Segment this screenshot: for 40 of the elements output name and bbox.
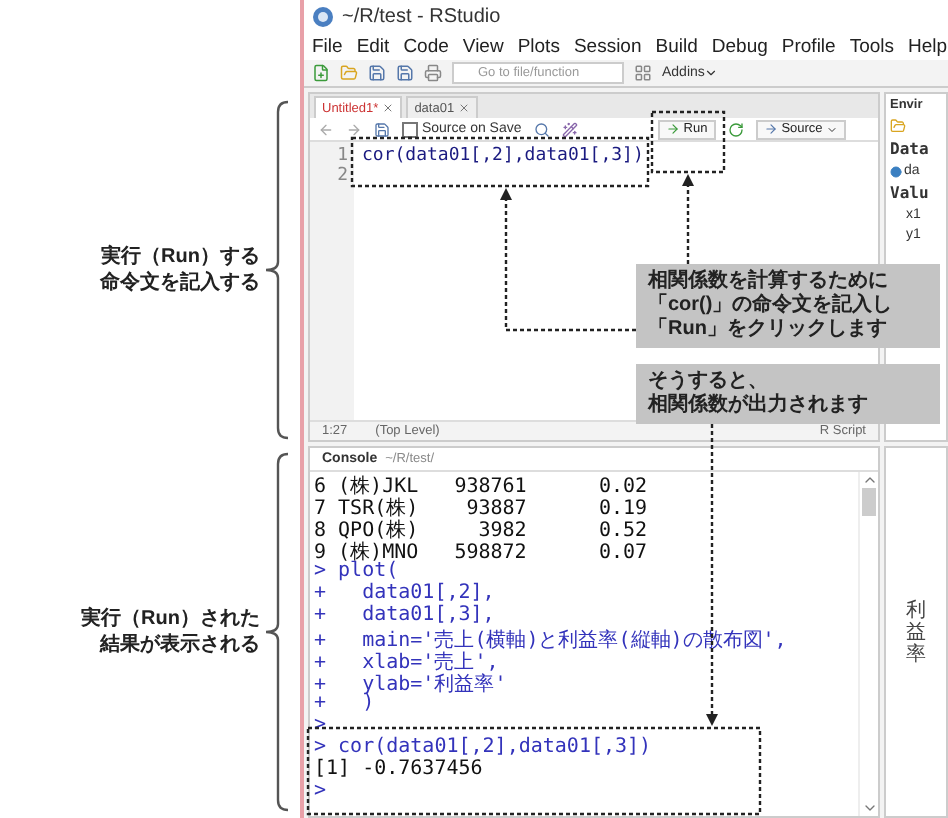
window-title: ~/R/test - RStudio [342,5,501,27]
line-number: 1 [335,146,350,166]
console-line: + ylab='利益率' [314,671,509,692]
callout-text: 「cor()」の命令文を記入し [648,294,893,317]
console-line: 7 TSR(株) 93887 0.19 [314,495,650,516]
menu-item[interactable]: Debug [711,35,768,57]
menu-item[interactable]: Session [573,35,642,57]
menu-item[interactable]: Edit [356,35,390,57]
console-line: > cor(data01[,2],data01[,3]) [314,736,654,758]
callout-text: 相関係数を計算するために [648,270,888,293]
annotation-text: 実行（Run）された [81,606,260,632]
console-line: > [314,780,329,802]
console-line: 8 QPO(株) 3982 0.52 [314,517,650,538]
values-heading: Valu [890,184,931,202]
console-line: 9 (株)MNO 598872 0.07 [314,539,650,560]
callout-text: 「Run」をクリックします [648,318,887,342]
annotation-text: 結果が表示される [100,632,260,658]
data-heading: Data [890,140,931,158]
line-number: 2 [335,166,350,186]
menu-item[interactable]: Build [655,35,698,57]
menu-item[interactable]: View [462,35,504,57]
annotation-text: 実行（Run）する [101,243,260,269]
annotation-text: 命令文を記入する [100,269,260,295]
code-line: cor(data01[,2],data01[,3]) [362,146,646,166]
console-line: + ) [314,692,375,714]
callout-text: 相関係数が出力されます [648,394,868,418]
axis-label: 利益率 [906,599,926,665]
console-line: + data01[,3], [314,604,497,626]
console-line: + xlab='売上', [314,649,501,670]
menu-item[interactable]: File [312,35,343,57]
console-line: + data01[,2], [314,582,497,604]
console-line: [1] -0.7637456 [314,758,485,780]
menu-item[interactable]: Help [908,35,948,57]
menu-item[interactable]: Code [403,35,449,57]
console-line: 6 (株)JKL 938761 0.02 [314,473,650,494]
menu-item[interactable]: Profile [781,35,836,57]
console-line: > plot( [314,560,399,582]
callout-text: そうすると、 [648,370,768,393]
menu-item[interactable]: Tools [849,35,895,57]
menu-item[interactable]: Plots [517,35,560,57]
